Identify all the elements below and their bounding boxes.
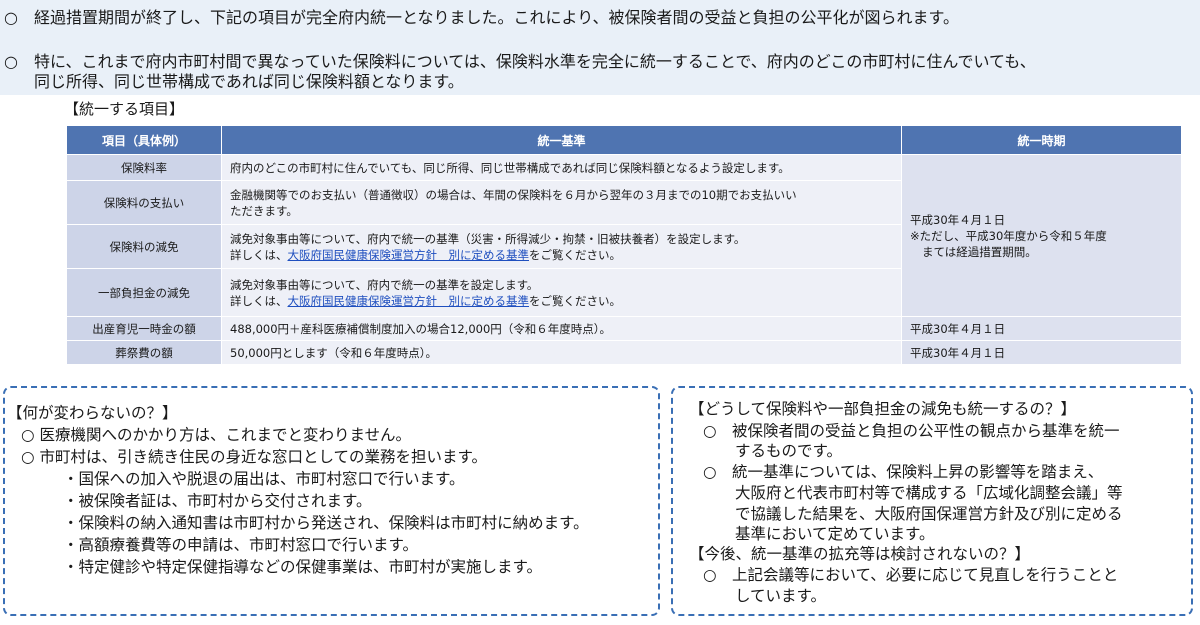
box-line: ・保険料の納入通知書は市町村から発送され、保険料は市町村に納めます。 bbox=[63, 514, 589, 532]
box-line: ○ 市町村は、引き続き住民の身近な窓口としての業務を担います。 bbox=[21, 448, 487, 466]
link-prefix: 詳しくは、 bbox=[230, 247, 288, 262]
section-title: 【統一する項目】 bbox=[64, 100, 185, 118]
operation-policy-link[interactable]: 大阪府国民健康保険運営方針 別に定める基準 bbox=[288, 248, 530, 262]
row-item: 保険料率 bbox=[66, 154, 222, 181]
box-line: ○ 統一基準については、保険料上昇の影響等を踏まえ、 bbox=[703, 463, 1104, 481]
header-timing: 統一時期 bbox=[901, 125, 1182, 155]
row-standard: 減免対象事由等について、府内で統一の基準を設定します。 詳しくは、大阪府国民健康… bbox=[221, 268, 902, 317]
link-suffix: をご覧ください。 bbox=[529, 247, 621, 262]
row-standard-line: 詳しくは、大阪府国民健康保険運営方針 別に定める基準をご覧ください。 bbox=[230, 247, 893, 263]
link-suffix: をご覧ください。 bbox=[529, 293, 621, 308]
box-line: するものです。 bbox=[735, 442, 842, 460]
row-timing: 平成30年４月１日 bbox=[901, 316, 1182, 341]
box-title: 【何が変わらないの？】 bbox=[7, 404, 178, 422]
row-item: 出産育児一時金の額 bbox=[66, 316, 222, 341]
row-standard: 488,000円＋産科医療補償制度加入の場合12,000円（令和６年度時点）。 bbox=[221, 316, 902, 341]
header-standard: 統一基準 bbox=[221, 125, 902, 155]
box-line: ○ 被保険者間の受益と負担の公平性の観点から基準を統一 bbox=[703, 422, 1120, 440]
box-line: ・高額療養費等の申請は、市町村窓口で行います。 bbox=[63, 536, 418, 554]
header-item: 項目（具体例） bbox=[66, 125, 222, 155]
timing-note: ※ただし、平成30年度から令和５年度 bbox=[910, 228, 1107, 243]
intro-bullet-2-line2: 同じ所得、同じ世帯構成であれば同じ保険料額となります。 bbox=[34, 72, 464, 91]
table-header-row: 項目（具体例） 統一基準 統一時期 bbox=[66, 125, 1182, 155]
operation-policy-link[interactable]: 大阪府国民健康保険運営方針 別に定める基準 bbox=[288, 294, 530, 308]
row-standard: 府内のどこの市町村に住んでいても、同じ所得、同じ世帯構成であれば同じ保険料額とな… bbox=[221, 154, 902, 181]
box-title: 【今後、統一基準の拡充等は検討されないの？】 bbox=[689, 545, 1031, 563]
box-line: ○ 医療機関へのかかり方は、これまでと変わりません。 bbox=[21, 426, 411, 444]
box-line: ○ 上記会議等において、必要に応じて見直しを行うことと bbox=[703, 566, 1119, 584]
row-standard: 50,000円とします（令和６年度時点）。 bbox=[221, 340, 902, 365]
row-timing: 平成30年４月１日 bbox=[901, 340, 1182, 365]
row-item: 一部負担金の減免 bbox=[66, 268, 222, 317]
table-row: 出産育児一時金の額 488,000円＋産科医療補償制度加入の場合12,000円（… bbox=[66, 316, 1182, 341]
row-standard-line: 詳しくは、大阪府国民健康保険運営方針 別に定める基準をご覧ください。 bbox=[230, 293, 893, 309]
table-row: 保険料率 府内のどこの市町村に住んでいても、同じ所得、同じ世帯構成であれば同じ保… bbox=[66, 154, 1182, 317]
timing-note-cont: まては経過措置期間。 bbox=[922, 244, 1037, 259]
unification-table: 項目（具体例） 統一基準 統一時期 保険料率 府内のどこの市町村に住んでいても、… bbox=[66, 125, 1182, 365]
row-standard: 金融機関等でのお支払い（普通徴収）の場合は、年間の保険料を６月から翌年の３月まで… bbox=[221, 180, 902, 225]
intro-bullet-2: ○ 特に、これまで府内市町村間で異なっていた保険料については、保険料水準を完全に統… bbox=[4, 52, 1036, 72]
row-standard-line: 減免対象事由等について、府内で統一の基準（災害・所得減少・拘禁・旧被扶養者）を設… bbox=[230, 231, 746, 246]
intro-bullet-1-text: 経過措置期間が終了し、下記の項目が完全府内統一となりました。これにより、被保険者… bbox=[34, 8, 959, 27]
box-line: ・被保険者証は、市町村から交付されます。 bbox=[63, 492, 372, 510]
row-item: 保険料の支払い bbox=[66, 180, 222, 225]
row-standard: 減免対象事由等について、府内で統一の基準（災害・所得減少・拘禁・旧被扶養者）を設… bbox=[221, 224, 902, 269]
box-line: 大阪府と代表市町村等で構成する「広域化調整会議」等 bbox=[735, 484, 1123, 502]
box-line: 基準において定めています。 bbox=[735, 525, 935, 543]
intro-bullet-2-line1: 特に、これまで府内市町村間で異なっていた保険料については、保険料水準を完全に統一… bbox=[34, 52, 1036, 71]
row-standard-line: 減免対象事由等について、府内で統一の基準を設定します。 bbox=[230, 277, 539, 292]
link-prefix: 詳しくは、 bbox=[230, 293, 288, 308]
box-line: ・特定健診や特定保健指導などの保健事業は、市町村が実施します。 bbox=[63, 558, 542, 576]
box-line: ・国保への加入や脱退の届出は、市町村窓口で行います。 bbox=[63, 470, 465, 488]
box-title: 【どうして保険料や一部負担金の減免も統一するの？】 bbox=[689, 400, 1077, 418]
intro-bullet-1: ○ 経過措置期間が終了し、下記の項目が完全府内統一となりました。これにより、被保険… bbox=[4, 8, 959, 28]
circle-bullet-icon: ○ bbox=[4, 8, 18, 27]
circle-bullet-icon: ○ bbox=[4, 52, 18, 71]
box-line: で協議した結果を、大阪府国保運営方針及び別に定める bbox=[735, 505, 1123, 523]
row-standard-line: 金融機関等でのお支払い（普通徴収）の場合は、年間の保険料を６月から翌年の３月まで… bbox=[230, 187, 797, 202]
row-standard-line: ただきます。 bbox=[230, 203, 298, 218]
row-timing-merged: 平成30年４月１日 ※ただし、平成30年度から令和５年度 まては経過措置期間。 bbox=[901, 154, 1182, 317]
box-line: しています。 bbox=[735, 587, 826, 605]
row-item: 葬祭費の額 bbox=[66, 340, 222, 365]
why-unify-box: 【どうして保険料や一部負担金の減免も統一するの？】 ○ 被保険者間の受益と負担の… bbox=[671, 386, 1193, 616]
what-does-not-change-box: 【何が変わらないの？】 ○ 医療機関へのかかり方は、これまでと変わりません。 ○… bbox=[3, 386, 660, 616]
row-item: 保険料の減免 bbox=[66, 224, 222, 269]
timing-date: 平成30年４月１日 bbox=[910, 212, 1006, 227]
table-row: 葬祭費の額 50,000円とします（令和６年度時点）。 平成30年４月１日 bbox=[66, 340, 1182, 365]
